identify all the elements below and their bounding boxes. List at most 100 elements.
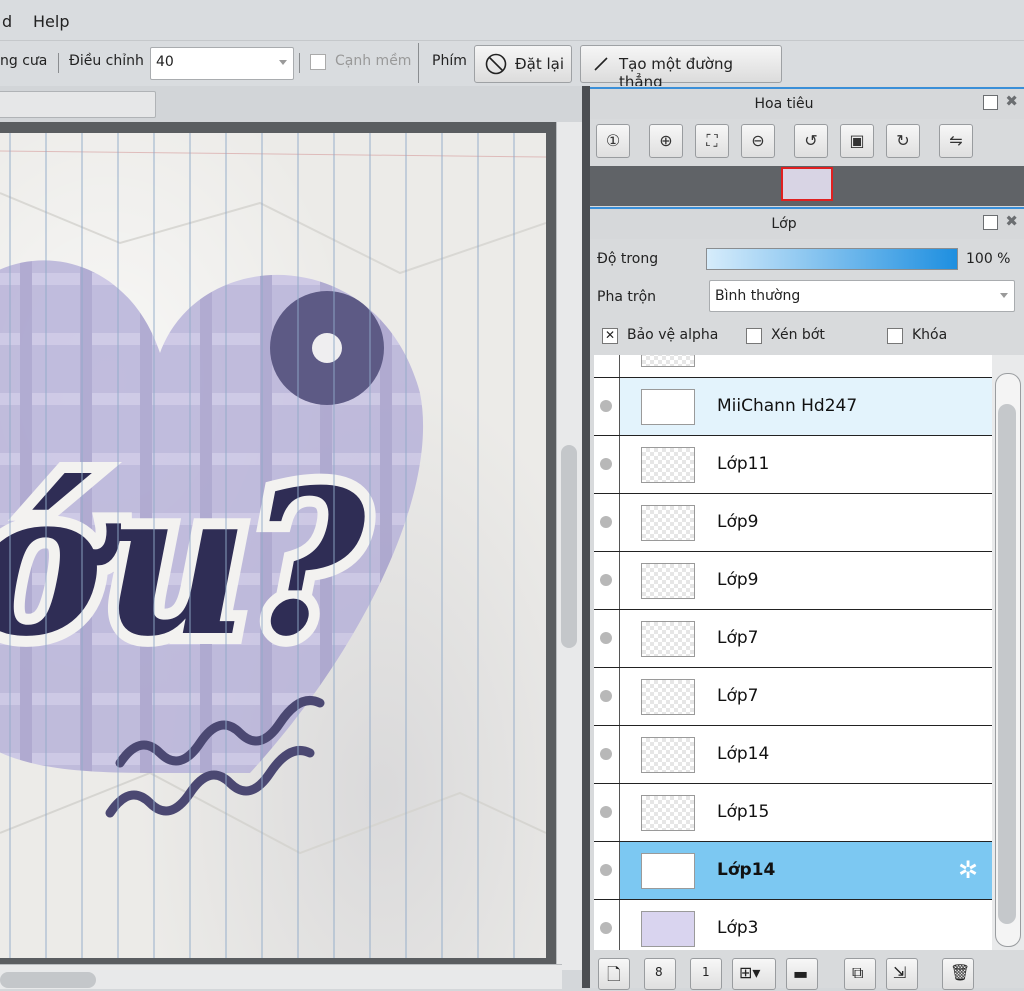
duplicate-layer-button[interactable]: ⧉ — [844, 958, 876, 990]
visibility-icon[interactable] — [600, 458, 612, 470]
panel-splitter[interactable] — [582, 86, 590, 988]
new-folder-button[interactable]: ▬ — [786, 958, 818, 990]
zoom-out-button[interactable]: ⊖ — [741, 124, 775, 158]
opacity-label: Độ trong — [597, 251, 659, 267]
fit-window-icon: ▣ — [849, 131, 865, 150]
lock-label: Khóa — [912, 327, 948, 343]
new-layer-button[interactable]: 🗋 — [598, 958, 630, 990]
document-tab[interactable] — [0, 91, 156, 118]
add-layer-icon: ⊞▾ — [739, 963, 761, 982]
gear-icon[interactable]: ✲ — [958, 856, 978, 884]
menu-item-help[interactable]: Help — [33, 12, 69, 31]
key-label: Phím — [432, 53, 467, 69]
layer-name: Lớp9 — [717, 512, 759, 532]
visibility-icon[interactable] — [600, 748, 612, 760]
visibility-icon[interactable] — [600, 922, 612, 934]
new-1bit-layer-button[interactable]: 1 — [690, 958, 722, 990]
layer-row[interactable]: Lớp9 — [594, 494, 992, 552]
layer-thumbnail — [641, 505, 695, 541]
layer-name: MiiChann Hd247 — [717, 396, 858, 416]
navigator-viewport-indicator[interactable] — [781, 167, 833, 201]
layer-row[interactable]: Lớp11 — [594, 436, 992, 494]
layer-row[interactable]: Lớp14 — [594, 726, 992, 784]
canvas[interactable]: ớu? ớu? — [0, 133, 546, 958]
layer-name: Lớp7 — [717, 628, 759, 648]
tool-options-bar: ng cưa Điều chỉnh 40 Cạnh mềm Phím Đặt l… — [0, 40, 1024, 91]
fit-window-button[interactable]: ▣ — [840, 124, 874, 158]
navigator-panel-header: Hoa tiêu ✖ — [590, 87, 1024, 119]
layer-row[interactable]: Lớp7 — [594, 668, 992, 726]
fit-button[interactable]: ⛶ — [695, 124, 729, 158]
clip-checkbox[interactable] — [746, 328, 762, 344]
undock-icon[interactable] — [983, 215, 998, 230]
flip-button[interactable]: ⇋ — [939, 124, 973, 158]
visibility-icon[interactable] — [600, 632, 612, 644]
canvas-vertical-scroll-thumb[interactable] — [561, 445, 577, 648]
layer-row[interactable] — [594, 355, 992, 378]
layer-row[interactable]: Lớp3 — [594, 900, 992, 950]
visibility-icon[interactable] — [600, 574, 612, 586]
zoom-100-button[interactable]: ① — [596, 124, 630, 158]
close-icon[interactable]: ✖ — [1005, 92, 1018, 110]
adjust-value: 40 — [156, 54, 174, 70]
layer-thumbnail — [641, 621, 695, 657]
delete-layer-button[interactable]: 🗑 — [942, 958, 974, 990]
straight-line-button[interactable]: Tạo một đường thẳng — [580, 45, 782, 91]
adjust-select[interactable]: 40 — [150, 47, 294, 80]
add-layer-menu-button[interactable]: ⊞▾ — [732, 958, 776, 990]
visibility-icon[interactable] — [600, 690, 612, 702]
merge-down-button[interactable]: ⇲ — [886, 958, 918, 990]
lock-checkbox[interactable] — [887, 328, 903, 344]
visibility-icon[interactable] — [600, 516, 612, 528]
reset-button[interactable]: Đặt lại — [474, 45, 572, 83]
layer-row[interactable]: Lớp7 — [594, 610, 992, 668]
smooth-edge-label: Cạnh mềm — [335, 53, 412, 69]
rotate-left-button[interactable]: ↺ — [794, 124, 828, 158]
merge-icon: ⇲ — [893, 963, 907, 982]
layer-row[interactable]: MiiChann Hd247 — [594, 378, 992, 436]
layer-name: Lớp11 — [717, 454, 770, 474]
navigator-title: Hoa tiêu — [754, 96, 814, 112]
layer-thumbnail — [641, 853, 695, 889]
visibility-icon[interactable] — [600, 806, 612, 818]
separator — [299, 53, 300, 73]
blend-label: Pha trộn — [597, 289, 657, 305]
opacity-value: 100 % — [966, 251, 1011, 267]
protect-alpha-checkbox[interactable]: ✕ — [602, 328, 618, 344]
visibility-icon[interactable] — [600, 864, 612, 876]
chevron-down-icon — [279, 60, 287, 65]
layer-list-scroll-thumb[interactable] — [998, 404, 1016, 924]
canvas-horizontal-scroll-thumb[interactable] — [0, 972, 96, 988]
layer-thumbnail — [641, 563, 695, 599]
layer-thumbnail — [641, 911, 695, 947]
layer-8-icon: 8 — [655, 965, 663, 979]
layer-thumbnail — [641, 389, 695, 425]
layer-name: Lớp3 — [717, 918, 759, 938]
visibility-icon[interactable] — [600, 400, 612, 412]
layers-panel-header: Lớp ✖ — [590, 207, 1024, 239]
opacity-slider[interactable] — [706, 248, 958, 270]
layer-name: Lớp9 — [717, 570, 759, 590]
line-icon — [594, 57, 608, 71]
zoom-in-button[interactable]: ⊕ — [649, 124, 683, 158]
layer-thumbnail — [641, 795, 695, 831]
layer-row[interactable]: Lớp15 — [594, 784, 992, 842]
new-8bit-layer-button[interactable]: 8 — [644, 958, 676, 990]
layer-name: Lớp14 — [717, 860, 776, 880]
undock-icon[interactable] — [983, 95, 998, 110]
menu-bar: d Help — [0, 0, 1024, 40]
rotate-right-icon: ↻ — [896, 131, 910, 150]
layer-row[interactable]: Lớp9 — [594, 552, 992, 610]
rotate-right-button[interactable]: ↻ — [886, 124, 920, 158]
layer-row-selected[interactable]: Lớp14 ✲ — [594, 842, 992, 900]
antialias-label: ng cưa — [0, 53, 48, 69]
smooth-edge-checkbox[interactable] — [310, 54, 326, 70]
layer-thumbnail — [641, 737, 695, 773]
blend-mode-select[interactable]: Bình thường — [709, 280, 1015, 312]
menu-item-file[interactable]: d — [2, 12, 12, 31]
layer-1-icon: 1 — [702, 965, 710, 979]
layer-name: Lớp7 — [717, 686, 759, 706]
protect-alpha-label: Bảo vệ alpha — [627, 327, 719, 343]
close-icon[interactable]: ✖ — [1005, 212, 1018, 230]
layer-thumbnail — [641, 355, 695, 367]
